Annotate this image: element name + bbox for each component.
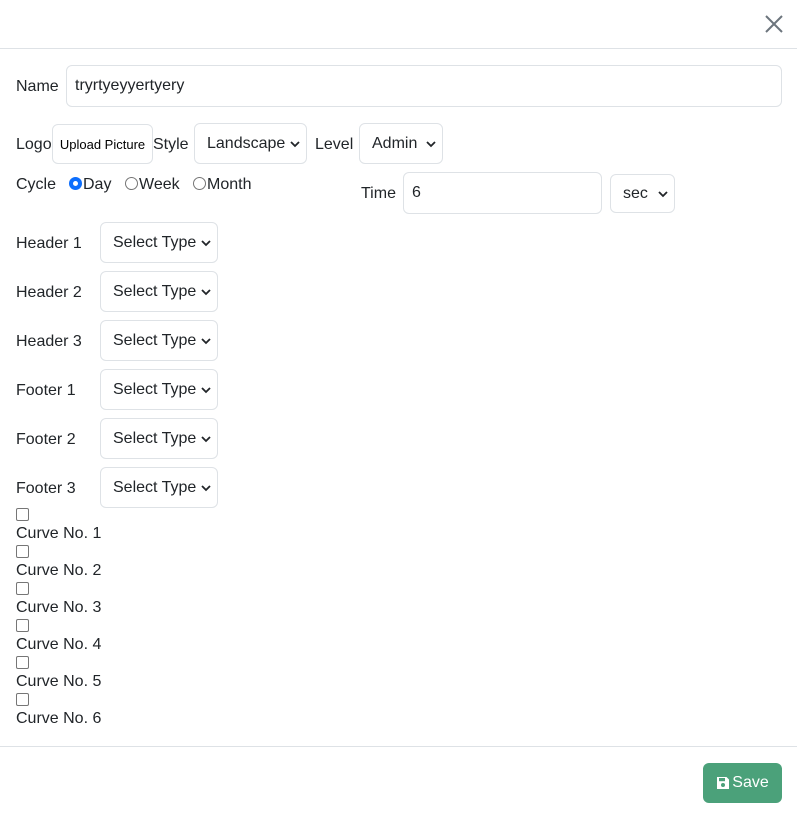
curve-3-checkbox[interactable] — [16, 582, 29, 595]
upload-picture-button[interactable]: Upload Picture — [52, 124, 153, 164]
level-select[interactable]: Admin — [359, 123, 443, 164]
save-button-label: Save — [732, 774, 769, 791]
footer-2-select[interactable]: Select Type — [100, 418, 218, 459]
style-label: Style — [153, 136, 189, 153]
cycle-radio-day[interactable] — [69, 177, 82, 190]
header-1-select-value: Select Type — [113, 233, 197, 251]
header-2-select-value: Select Type — [113, 282, 197, 300]
footer-1-select[interactable]: Select Type — [100, 369, 218, 410]
level-label: Level — [315, 136, 354, 153]
header-1-label: Header 1 — [16, 235, 82, 252]
curve-1-label: Curve No. 1 — [16, 525, 102, 542]
footer-3-select[interactable]: Select Type — [100, 467, 218, 508]
cycle-option-week: Week — [139, 176, 180, 193]
chevron-down-icon — [201, 288, 211, 295]
time-unit-value: sec — [623, 184, 648, 202]
name-input[interactable]: tryrtyeyyertyery — [66, 65, 782, 107]
footer-3-label: Footer 3 — [16, 480, 76, 497]
curve-3-label: Curve No. 3 — [16, 599, 102, 616]
header-3-label: Header 3 — [16, 333, 82, 350]
logo-label: Logo — [16, 136, 52, 153]
curve-2-checkbox[interactable] — [16, 545, 29, 558]
footer-2-select-value: Select Type — [113, 429, 197, 447]
curve-5-label: Curve No. 5 — [16, 673, 102, 690]
curve-6-label: Curve No. 6 — [16, 710, 102, 727]
close-icon — [765, 15, 783, 33]
curve-1-checkbox[interactable] — [16, 508, 29, 521]
curve-5-checkbox[interactable] — [16, 656, 29, 669]
chevron-down-icon — [201, 386, 211, 393]
cycle-option-day: Day — [83, 176, 112, 193]
cycle-label: Cycle — [16, 176, 57, 193]
curve-4-checkbox[interactable] — [16, 619, 29, 632]
time-input-value: 6 — [412, 184, 421, 201]
curve-6-checkbox[interactable] — [16, 693, 29, 706]
header-2-select[interactable]: Select Type — [100, 271, 218, 312]
save-button[interactable]: Save — [703, 763, 782, 803]
save-icon — [717, 777, 730, 789]
time-label: Time — [361, 185, 396, 202]
style-select-value: Landscape — [207, 134, 286, 152]
header-3-select-value: Select Type — [113, 331, 197, 349]
curve-4-label: Curve No. 4 — [16, 636, 102, 653]
close-button[interactable] — [762, 12, 786, 36]
level-select-value: Admin — [372, 134, 418, 152]
name-label: Name — [16, 78, 59, 95]
header-1-select[interactable]: Select Type — [100, 222, 218, 263]
footer-2-label: Footer 2 — [16, 431, 76, 448]
footer-1-select-value: Select Type — [113, 380, 197, 398]
chevron-down-icon — [201, 435, 211, 442]
chevron-down-icon — [201, 337, 211, 344]
footer-1-label: Footer 1 — [16, 382, 76, 399]
header-2-label: Header 2 — [16, 284, 82, 301]
cycle-radio-week[interactable] — [125, 177, 138, 190]
chevron-down-icon — [201, 239, 211, 246]
cycle-radio-month[interactable] — [193, 177, 206, 190]
modal-footer — [0, 746, 797, 819]
time-unit-select[interactable]: sec — [610, 174, 675, 213]
footer-3-select-value: Select Type — [113, 478, 197, 496]
chevron-down-icon — [290, 140, 300, 147]
chevron-down-icon — [426, 140, 436, 147]
chevron-down-icon — [201, 484, 211, 491]
chevron-down-icon — [658, 190, 668, 197]
style-select[interactable]: Landscape — [194, 123, 307, 164]
curve-2-label: Curve No. 2 — [16, 562, 102, 579]
modal-header — [0, 0, 797, 49]
cycle-option-month: Month — [207, 176, 252, 193]
modal-dialog: Name tryrtyeyyertyery Logo Upload Pictur… — [0, 0, 797, 819]
header-3-select[interactable]: Select Type — [100, 320, 218, 361]
time-input[interactable]: 6 — [403, 172, 602, 214]
name-input-value: tryrtyeyyertyery — [75, 77, 185, 94]
